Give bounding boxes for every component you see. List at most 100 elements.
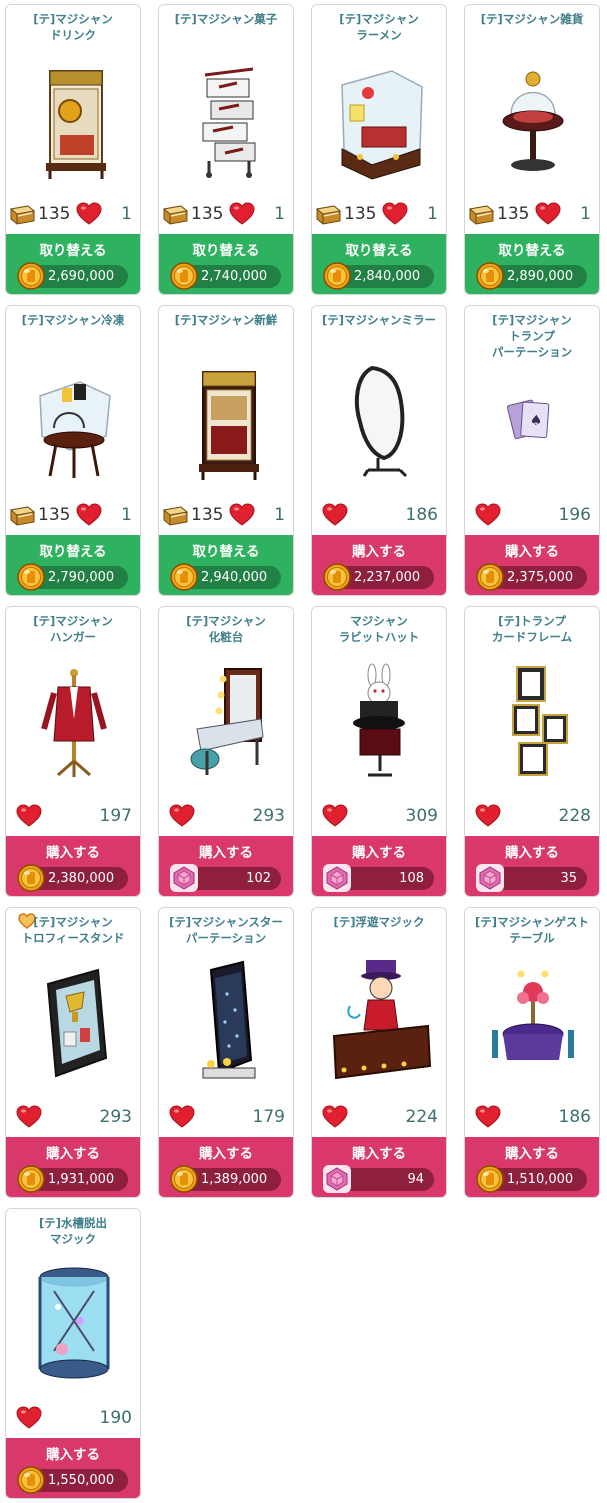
item-image-glass-stand[interactable] — [14, 358, 134, 484]
price-value: 2,890,000 — [507, 269, 574, 284]
item-card[interactable]: [テ]マジシャン菓子 135 1 取り替える 2,740,000 — [158, 4, 294, 295]
heart-count: 186 — [405, 505, 438, 525]
item-card[interactable]: [テ]マジシャン雑貨 135 1 取り替える 2,890,000 — [464, 4, 600, 295]
item-image-rabbit-hat[interactable] — [320, 659, 440, 785]
ticket-icon — [8, 203, 36, 225]
exchange-button[interactable]: 取り替える 2,690,000 — [6, 234, 140, 294]
item-image-cabinet-gold[interactable] — [14, 57, 134, 183]
item-title: [テ]マジシャン ドリンク — [33, 12, 113, 42]
exchange-button[interactable]: 取り替える 2,790,000 — [6, 535, 140, 595]
item-card[interactable]: マジシャン ラビットハット 309 購入する 108 — [311, 606, 447, 897]
item-stats: 186 — [465, 1102, 599, 1132]
item-image-mirror[interactable] — [320, 358, 440, 484]
ticket-icon — [161, 504, 189, 526]
button-label: 取り替える — [39, 544, 107, 560]
purchase-button[interactable]: 購入する 108 — [312, 836, 446, 896]
heart-count: 1 — [274, 204, 285, 224]
purchase-button[interactable]: 購入する 2,237,000 — [312, 535, 446, 595]
item-image-magician[interactable] — [320, 960, 440, 1086]
coin-icon — [169, 1164, 199, 1194]
exchange-button[interactable]: 取り替える 2,890,000 — [465, 234, 599, 294]
item-card[interactable]: [テ]マジシャン トロフィースタンド 293 購入する 1,931,000 — [5, 907, 141, 1198]
item-image-trophy[interactable] — [14, 960, 134, 1086]
button-label: 購入する — [46, 1146, 100, 1162]
price-value: 2,690,000 — [48, 269, 115, 284]
button-label: 購入する — [46, 1447, 100, 1463]
item-title: [テ]マジシャン新鮮 — [174, 313, 278, 327]
price-pill: 94 — [323, 1165, 434, 1193]
heart-icon — [535, 202, 561, 226]
button-label: 購入する — [199, 845, 253, 861]
heart-count: 228 — [558, 806, 591, 826]
item-card[interactable]: [テ]マジシャンゲスト テーブル 186 購入する 1,510,000 — [464, 907, 600, 1198]
item-card[interactable]: [テ]マジシャン新鮮 135 1 取り替える 2,940,000 — [158, 305, 294, 596]
button-label: 購入する — [352, 845, 406, 861]
item-title: [テ]マジシャン トランプ パーテーション — [491, 313, 573, 359]
item-stats: 179 — [159, 1102, 293, 1132]
coin-icon — [16, 863, 46, 893]
item-stats: 309 — [312, 801, 446, 831]
coin-icon — [16, 1465, 46, 1495]
item-title: [テ]マジシャンスター パーテーション — [169, 915, 283, 945]
purchase-button[interactable]: 購入する 2,375,000 — [465, 535, 599, 595]
item-card[interactable]: [テ]トランプ カードフレーム 228 購入する 35 — [464, 606, 600, 897]
item-card[interactable]: [テ]マジシャン冷凍 135 1 取り替える 2,790,000 — [5, 305, 141, 596]
heart-icon — [16, 804, 42, 828]
purchase-button[interactable]: 購入する 102 — [159, 836, 293, 896]
item-title: [テ]マジシャン冷凍 — [21, 313, 125, 327]
heart-count: 190 — [99, 1408, 132, 1428]
item-image-cards[interactable]: ♠ — [473, 358, 593, 484]
heart-icon — [229, 202, 255, 226]
item-title: [テ]マジシャンゲスト テーブル — [474, 915, 589, 945]
item-card[interactable]: [テ]マジシャンスター パーテーション 179 購入する 1,389,000 — [158, 907, 294, 1198]
item-card[interactable]: [テ]マジシャン 化粧台 293 購入する 102 — [158, 606, 294, 897]
item-card[interactable]: [テ]マジシャンミラー 186 購入する 2,237,000 — [311, 305, 447, 596]
purchase-button[interactable]: 購入する 35 — [465, 836, 599, 896]
purchase-button[interactable]: 購入する 94 — [312, 1137, 446, 1197]
exchange-button[interactable]: 取り替える 2,740,000 — [159, 234, 293, 294]
svg-text:♠: ♠ — [529, 413, 543, 430]
coin-icon — [169, 261, 199, 291]
item-image-card-frame[interactable] — [473, 659, 593, 785]
price-pill: 2,375,000 — [476, 563, 587, 591]
item-card[interactable]: [テ]水槽脱出 マジック 190 購入する 1,550,000 — [5, 1208, 141, 1499]
heart-icon — [382, 202, 408, 226]
purchase-button[interactable]: 購入する 1,931,000 — [6, 1137, 140, 1197]
price-value: 1,931,000 — [48, 1172, 115, 1187]
item-image-vanity[interactable] — [167, 659, 287, 785]
heart-icon — [76, 503, 102, 527]
item-image-dome-table[interactable] — [473, 57, 593, 183]
item-image-hanger[interactable] — [14, 659, 134, 785]
item-title: [テ]マジシャン 化粧台 — [186, 614, 266, 644]
item-image-glass-case[interactable] — [320, 57, 440, 183]
ticket-icon — [161, 203, 189, 225]
coin-icon — [16, 261, 46, 291]
item-image-water-tank[interactable] — [14, 1261, 134, 1387]
item-title: [テ]マジシャン雑貨 — [480, 12, 584, 26]
item-stats: 293 — [159, 801, 293, 831]
item-title: [テ]マジシャン菓子 — [174, 12, 278, 26]
item-stats: 135 1 — [6, 500, 140, 530]
heart-count: 309 — [405, 806, 438, 826]
purchase-button[interactable]: 購入する 1,510,000 — [465, 1137, 599, 1197]
button-label: 購入する — [199, 1146, 253, 1162]
purchase-button[interactable]: 購入する 1,389,000 — [159, 1137, 293, 1197]
heart-count: 1 — [121, 505, 132, 525]
item-image-guest-table[interactable] — [473, 960, 593, 1086]
purchase-button[interactable]: 購入する 2,380,000 — [6, 836, 140, 896]
item-image-star-partition[interactable] — [167, 960, 287, 1086]
exchange-button[interactable]: 取り替える 2,940,000 — [159, 535, 293, 595]
item-card[interactable]: [テ]マジシャン トランプ パーテーション ♠ 196 購入する 2,375,000 — [464, 305, 600, 596]
purchase-button[interactable]: 購入する 1,550,000 — [6, 1438, 140, 1498]
coin-icon — [16, 1164, 46, 1194]
item-title: [テ]マジシャンミラー — [321, 313, 436, 327]
item-card[interactable]: [テ]マジシャン ドリンク 135 1 取り替える 2,690,000 — [5, 4, 141, 295]
item-image-drawers[interactable] — [167, 57, 287, 183]
item-card[interactable]: [テ]マジシャン ラーメン 135 1 取り替える 2,840,000 — [311, 4, 447, 295]
item-card[interactable]: [テ]浮遊マジック 224 購入する 94 — [311, 907, 447, 1198]
exchange-button[interactable]: 取り替える 2,840,000 — [312, 234, 446, 294]
heart-icon — [229, 503, 255, 527]
item-image-cabinet-dark[interactable] — [167, 358, 287, 484]
item-card[interactable]: [テ]マジシャン ハンガー 197 購入する 2,380,000 — [5, 606, 141, 897]
item-stats: 196 — [465, 500, 599, 530]
